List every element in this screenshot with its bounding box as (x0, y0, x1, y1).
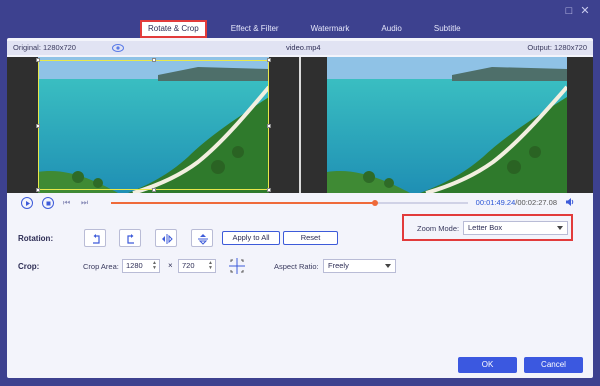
center-crop-icon[interactable] (228, 257, 246, 275)
eye-icon[interactable] (112, 43, 124, 53)
flip-horizontal-icon (162, 234, 173, 244)
output-resolution: Output: 1280x720 (527, 43, 587, 52)
zoom-mode-label: Zoom Mode: (417, 224, 460, 233)
crop-height-value: 720 (182, 261, 195, 270)
total-time: /00:02:27.08 (515, 198, 557, 207)
apply-to-all-button[interactable]: Apply to All (222, 231, 280, 245)
rotate-right-button[interactable] (119, 229, 141, 247)
title-bar: □ ✕ (0, 0, 600, 22)
video-editor-window: □ ✕ Rotate & Crop Effect & Filter Waterm… (0, 0, 600, 386)
current-time: 00:01:49.24 (475, 198, 516, 207)
seek-handle[interactable] (372, 200, 379, 206)
chevron-down-icon (385, 264, 391, 268)
play-icon (26, 200, 30, 206)
aspect-ratio-value: Freely (328, 261, 349, 270)
video-info-bar: Original: 1280x720 video.mp4 Output: 128… (7, 41, 593, 55)
tab-watermark[interactable]: Watermark (303, 20, 358, 38)
crop-width-input[interactable]: 1280 ▲ ▼ (122, 259, 160, 273)
times-sign: × (168, 261, 173, 270)
original-resolution: Original: 1280x720 (13, 43, 76, 52)
seek-bar[interactable] (111, 200, 468, 206)
zoom-mode-select[interactable]: Letter Box (463, 221, 568, 235)
next-frame-icon[interactable]: ⏭ (81, 198, 88, 208)
play-button[interactable] (21, 197, 33, 209)
aspect-ratio-label: Aspect Ratio: (274, 262, 319, 271)
crop-label: Crop: (18, 262, 40, 271)
reset-button[interactable]: Reset (283, 231, 338, 245)
zoom-mode-highlight: Zoom Mode: Letter Box (402, 214, 573, 241)
tab-effect-filter[interactable]: Effect & Filter (223, 20, 287, 38)
maximize-icon[interactable]: □ (562, 4, 576, 18)
crop-width-stepper[interactable]: ▲ ▼ (152, 261, 158, 271)
crop-height-input[interactable]: 720 ▲ ▼ (178, 259, 216, 273)
cancel-button[interactable]: Cancel (524, 357, 583, 373)
seek-progress (111, 202, 376, 204)
rotate-right-icon (127, 234, 134, 244)
flip-vertical-button[interactable] (191, 229, 213, 247)
tab-rotate-crop[interactable]: Rotate & Crop (140, 20, 207, 38)
original-preview[interactable] (38, 57, 269, 193)
rotation-label: Rotation: (18, 234, 54, 243)
output-preview (327, 57, 567, 193)
ok-button[interactable]: OK (458, 357, 517, 373)
crop-height-stepper[interactable]: ▲ ▼ (208, 261, 214, 271)
editor-tabs: Rotate & Crop Effect & Filter Watermark … (140, 20, 485, 38)
aspect-ratio-select[interactable]: Freely (323, 259, 396, 273)
crop-area-label: Crop Area: (83, 262, 119, 271)
rotate-left-button[interactable] (84, 229, 106, 247)
zoom-mode-value: Letter Box (468, 223, 503, 232)
rotate-left-icon (93, 234, 100, 244)
stop-icon (46, 201, 50, 205)
previous-frame-icon[interactable]: ⏮ (63, 198, 70, 208)
chevron-down-icon (557, 226, 563, 230)
footer: OK Cancel (7, 316, 593, 378)
preview-area (7, 57, 593, 193)
flip-vertical-icon (198, 234, 208, 245)
playback-controls: ⏮ ⏭ 00:01:49.24/00:02:27.08 (7, 193, 593, 213)
preview-divider (299, 57, 301, 193)
flip-horizontal-button[interactable] (155, 229, 177, 247)
timecode: 00:01:49.24/00:02:27.08 (476, 198, 557, 207)
crop-row: Crop: Crop Area: 1280 ▲ ▼ × 720 ▲ ▼ Aspect… (7, 257, 593, 277)
volume-icon[interactable] (565, 197, 575, 207)
tab-subtitle[interactable]: Subtitle (426, 20, 469, 38)
close-icon[interactable]: ✕ (578, 4, 592, 18)
tab-audio[interactable]: Audio (373, 20, 409, 38)
crop-width-value: 1280 (126, 261, 143, 270)
file-name: video.mp4 (286, 43, 321, 52)
stop-button[interactable] (42, 197, 54, 209)
